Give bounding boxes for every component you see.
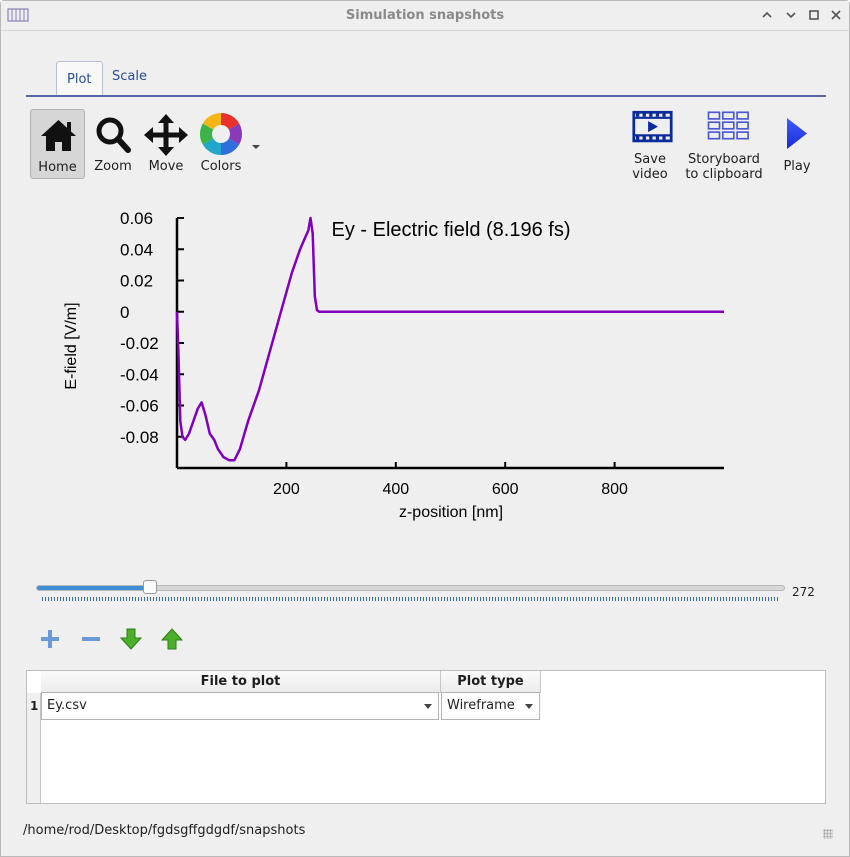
storyboard-label-2: to clipboard — [685, 167, 763, 182]
tab-divider — [26, 95, 826, 97]
y-tick-label: 0.06 — [120, 209, 153, 228]
play-label: Play — [783, 159, 811, 174]
y-tick-label: -0.06 — [120, 397, 159, 416]
x-tick-label: 600 — [492, 481, 519, 498]
zoom-label: Zoom — [94, 159, 132, 174]
tab-scale[interactable]: Scale — [102, 59, 157, 96]
column-header-plot-type[interactable]: Plot type — [441, 671, 541, 693]
tab-plot[interactable]: Plot — [56, 61, 103, 96]
main-window: Simulation snapshots Plot Scale Home Zoo… — [0, 0, 850, 857]
home-icon — [41, 120, 76, 151]
file-select-value: Ey.csv — [47, 698, 87, 713]
e-field-chart[interactable]: 0.06 0.04 0.02 0 -0.02 -0.04 -0.06 -0.08 200 400 6… — [56, 206, 746, 536]
chart-title: Ey - Electric field (8.196 fs) — [332, 219, 571, 241]
colors-label: Colors — [200, 159, 242, 174]
storyboard-button[interactable]: Storyboard to clipboard — [681, 109, 767, 182]
y-tick-label: -0.04 — [120, 365, 159, 384]
storyboard-label-1: Storyboard — [688, 152, 760, 167]
tab-bar: Plot Scale — [26, 59, 826, 97]
minus-icon — [82, 637, 100, 641]
time-slider-value: 272 — [792, 585, 815, 599]
keep-above-icon[interactable] — [760, 8, 774, 22]
x-axis-label: z-position [nm] — [399, 504, 503, 521]
arrow-up-icon — [160, 628, 184, 650]
play-icon — [787, 118, 807, 149]
save-video-button[interactable]: Save video — [625, 109, 675, 182]
y-axis-label: E-field [V/m] — [63, 302, 80, 389]
move-row-up-button[interactable] — [160, 627, 184, 651]
minimize-icon[interactable] — [784, 8, 798, 22]
file-select[interactable]: Ey.csv — [41, 692, 439, 720]
x-tick-label: 200 — [273, 481, 300, 498]
move-icon — [144, 114, 188, 156]
remove-row-button[interactable] — [79, 627, 103, 651]
play-button[interactable]: Play — [777, 109, 817, 179]
save-video-label-2: video — [632, 167, 668, 182]
title-bar[interactable]: Simulation snapshots — [1, 1, 849, 31]
move-label: Move — [148, 159, 184, 174]
window-title: Simulation snapshots — [345, 8, 505, 23]
save-video-label-1: Save — [634, 152, 666, 167]
time-slider-ticks — [42, 597, 779, 601]
y-tick-label: -0.08 — [120, 428, 159, 447]
zoom-icon — [96, 117, 131, 153]
maximize-icon[interactable] — [807, 8, 821, 22]
plot-type-select-value: Wireframe — [447, 698, 515, 713]
close-icon[interactable] — [829, 8, 843, 22]
x-tick-label: 400 — [382, 481, 409, 498]
home-label: Home — [38, 160, 77, 175]
chevron-down-icon — [424, 704, 432, 709]
row-number[interactable]: 1 — [30, 699, 38, 713]
time-slider-handle[interactable] — [143, 580, 157, 594]
x-tick-label: 800 — [601, 481, 628, 498]
chevron-down-icon — [525, 704, 533, 709]
add-row-button[interactable] — [38, 627, 62, 651]
color-wheel-icon — [199, 113, 260, 155]
y-tick-label: -0.02 — [120, 334, 159, 353]
move-row-down-button[interactable] — [119, 627, 143, 651]
plot-type-select[interactable]: Wireframe — [441, 692, 540, 720]
time-slider-fill — [37, 586, 151, 590]
column-header-file[interactable]: File to plot — [41, 671, 441, 693]
y-tick-label: 0.04 — [120, 240, 153, 259]
y-tick-label: 0.02 — [120, 272, 153, 291]
y-tick-label: 0 — [120, 303, 129, 322]
arrow-down-icon — [119, 628, 143, 650]
plot-files-table: File to plot Plot type 1 Ey.csv Wirefram… — [26, 670, 826, 804]
colors-button[interactable]: Colors — [195, 109, 265, 179]
storyboard-icon — [707, 111, 749, 140]
series-line — [175, 216, 724, 462]
move-button[interactable]: Move — [141, 109, 191, 179]
zoom-button[interactable]: Zoom — [89, 109, 137, 179]
home-button[interactable]: Home — [30, 109, 85, 179]
video-icon — [632, 110, 673, 143]
chart-area[interactable]: 0.06 0.04 0.02 0 -0.02 -0.04 -0.06 -0.08 200 400 6… — [56, 206, 746, 536]
resize-grip-icon[interactable] — [823, 829, 833, 839]
status-path: /home/rod/Desktop/fgdsgffgdgdf/snapshots — [23, 823, 306, 838]
